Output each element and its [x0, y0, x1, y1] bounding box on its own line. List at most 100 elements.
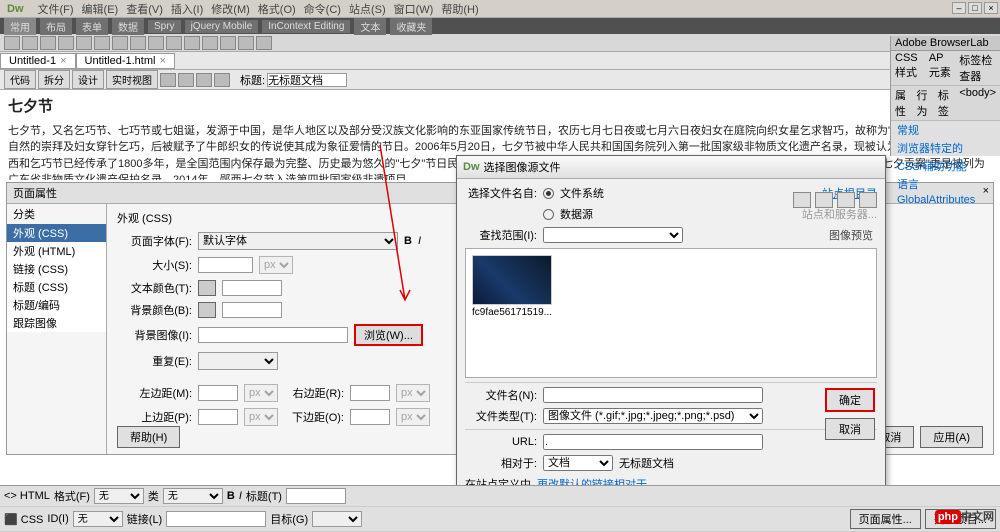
attr-tab[interactable]: 属性 — [895, 87, 912, 119]
lookin-select[interactable] — [543, 227, 683, 243]
doc-tab-2[interactable]: Untitled-1.html× — [76, 53, 175, 69]
font-select[interactable]: 默认字体 — [198, 232, 398, 250]
tab-incontext[interactable]: InContext Editing — [262, 20, 350, 33]
tool-icon[interactable] — [178, 73, 194, 87]
behav-tab[interactable]: 行为 — [916, 87, 933, 119]
tab-layout[interactable]: 布局 — [40, 18, 72, 35]
menu-commands[interactable]: 命令(C) — [301, 1, 344, 17]
tool-icon[interactable] — [4, 36, 20, 50]
pageprops-button[interactable]: 页面属性... — [850, 509, 921, 529]
tool-icon[interactable] — [58, 36, 74, 50]
unit[interactable]: px — [396, 384, 430, 402]
win-close[interactable]: × — [984, 2, 998, 14]
tool-icon[interactable] — [130, 36, 146, 50]
newfolder-icon[interactable] — [837, 192, 855, 208]
italic-icon[interactable]: I — [418, 235, 421, 247]
cat-css[interactable]: CSS/辅助功能 — [891, 157, 1000, 175]
fmt-select[interactable]: 无 — [94, 488, 144, 504]
css-tab[interactable]: CSS样式 — [895, 52, 925, 84]
bold-icon[interactable]: B — [404, 235, 412, 247]
ml-input[interactable] — [198, 385, 238, 401]
cat-tracing[interactable]: 跟踪图像 — [7, 314, 106, 332]
tool-icon[interactable] — [76, 36, 92, 50]
menu-modify[interactable]: 修改(M) — [208, 1, 253, 17]
win-min[interactable]: – — [952, 2, 966, 14]
browserlab-tab[interactable]: Adobe BrowserLab — [891, 36, 1000, 51]
tool-icon[interactable] — [214, 73, 230, 87]
unit[interactable]: px — [396, 408, 430, 426]
radio-filesystem[interactable] — [543, 188, 554, 199]
mb-input[interactable] — [350, 409, 390, 425]
help-button[interactable]: 帮助(H) — [117, 426, 180, 448]
menu-file[interactable]: 文件(F) — [35, 1, 77, 17]
repeat-select[interactable] — [198, 352, 278, 370]
tag-tab[interactable]: 标签检查器 — [959, 52, 996, 84]
menu-view[interactable]: 查看(V) — [123, 1, 166, 17]
cat-appearance-css[interactable]: 外观 (CSS) — [7, 224, 106, 242]
menu-insert[interactable]: 插入(I) — [168, 1, 206, 17]
tool-icon[interactable] — [160, 73, 176, 87]
tool-icon[interactable] — [40, 36, 56, 50]
tab-common[interactable]: 常用 — [4, 18, 36, 35]
file-list[interactable]: fc9fae56171519... — [465, 248, 877, 378]
tool-icon[interactable] — [256, 36, 272, 50]
browse-button[interactable]: 浏览(W)... — [354, 324, 423, 346]
tab-fav[interactable]: 收藏夹 — [390, 18, 432, 35]
code-view[interactable]: 代码 — [4, 70, 36, 89]
title-input[interactable] — [286, 488, 346, 504]
tool-icon[interactable] — [184, 36, 200, 50]
tool-icon[interactable] — [148, 36, 164, 50]
target-select[interactable] — [312, 511, 362, 527]
tool-icon[interactable] — [166, 36, 182, 50]
cat-links-css[interactable]: 链接 (CSS) — [7, 260, 106, 278]
cat-appearance-html[interactable]: 外观 (HTML) — [7, 242, 106, 260]
design-view[interactable]: 设计 — [72, 70, 104, 89]
close-icon[interactable]: × — [60, 55, 66, 67]
tab-spry[interactable]: Spry — [148, 20, 181, 33]
bgcolor-input[interactable] — [222, 302, 282, 318]
menu-format[interactable]: 格式(O) — [255, 1, 299, 17]
unit[interactable]: px — [244, 408, 278, 426]
html-tab[interactable]: <> HTML — [4, 490, 50, 502]
rel-select[interactable]: 文档 — [543, 455, 613, 471]
mt-input[interactable] — [198, 409, 238, 425]
tab-data[interactable]: 数据 — [112, 18, 144, 35]
menu-window[interactable]: 窗口(W) — [391, 1, 437, 17]
cat-headings-css[interactable]: 标题 (CSS) — [7, 278, 106, 296]
close-icon[interactable]: × — [159, 55, 165, 67]
color-swatch[interactable] — [198, 302, 216, 318]
menu-help[interactable]: 帮助(H) — [438, 1, 481, 17]
doc-tab-1[interactable]: Untitled-1× — [0, 53, 76, 69]
menu-site[interactable]: 站点(S) — [346, 1, 389, 17]
size-input[interactable] — [198, 257, 253, 273]
tool-icon[interactable] — [196, 73, 212, 87]
tool-icon[interactable] — [238, 36, 254, 50]
cat-lang[interactable]: 语言 — [891, 175, 1000, 193]
ap-tab[interactable]: AP 元素 — [929, 52, 955, 84]
id-select[interactable]: 无 — [73, 511, 123, 527]
size-unit[interactable]: px — [259, 256, 293, 274]
win-max[interactable]: □ — [968, 2, 982, 14]
tool-icon[interactable] — [94, 36, 110, 50]
ok-button[interactable]: 确定 — [825, 388, 875, 412]
title-input[interactable] — [267, 73, 347, 87]
bgimg-input[interactable] — [198, 327, 348, 343]
italic-icon[interactable]: I — [239, 490, 242, 502]
textcolor-input[interactable] — [222, 280, 282, 296]
cat-global[interactable]: GlobalAttributes — [891, 193, 1000, 207]
tab-text[interactable]: 文本 — [354, 18, 386, 35]
mr-input[interactable] — [350, 385, 390, 401]
cat-title-encoding[interactable]: 标题/编码 — [7, 296, 106, 314]
cancel-button[interactable]: 取消 — [825, 418, 875, 440]
menu-edit[interactable]: 编辑(E) — [79, 1, 122, 17]
url-input[interactable] — [543, 434, 763, 450]
bold-icon[interactable]: B — [227, 490, 235, 502]
tool-icon[interactable] — [112, 36, 128, 50]
tool-icon[interactable] — [22, 36, 38, 50]
split-view[interactable]: 拆分 — [38, 70, 70, 89]
filename-input[interactable] — [543, 387, 763, 403]
up-icon[interactable] — [815, 192, 833, 208]
tool-icon[interactable] — [220, 36, 236, 50]
radio-datasource[interactable] — [543, 209, 554, 220]
tab-jquery[interactable]: jQuery Mobile — [185, 20, 259, 33]
